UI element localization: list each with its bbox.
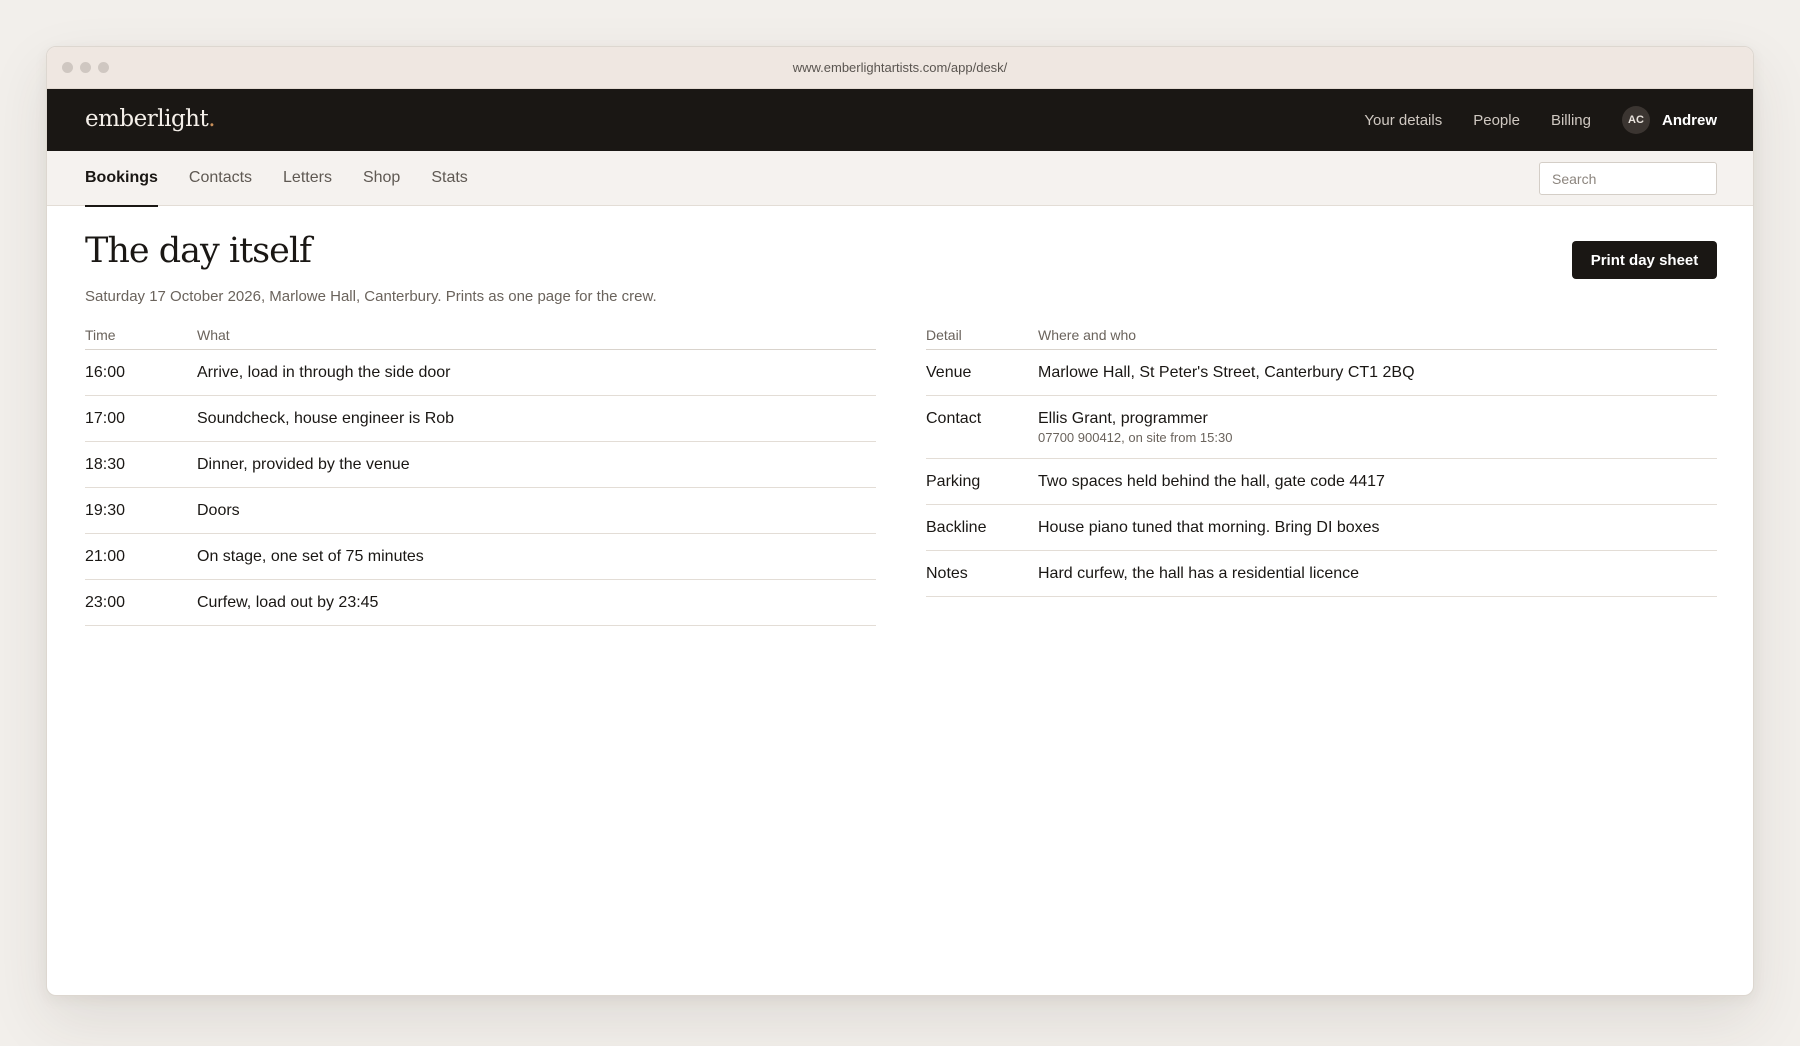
schedule-table: Time What 16:00 Arrive, load in through … [85, 324, 876, 626]
nav-link-your-details[interactable]: Your details [1364, 112, 1442, 129]
detail-label: Parking [926, 458, 1038, 505]
detail-value: Ellis Grant, programmer [1038, 409, 1208, 427]
page-title: The day itself [85, 231, 312, 271]
details-table: Detail Where and who Venue Marlowe Hall,… [926, 324, 1717, 597]
user-menu[interactable]: AC Andrew [1621, 106, 1717, 134]
browser-chrome: www.emberlightartists.com/app/desk/ [47, 47, 1753, 89]
table-row: Venue Marlowe Hall, St Peter's Street, C… [926, 349, 1717, 396]
nav-link-people[interactable]: People [1473, 112, 1520, 129]
browser-window: www.emberlightartists.com/app/desk/ embe… [46, 46, 1754, 996]
table-header-row: Detail Where and who [926, 324, 1717, 350]
column-header-time: Time [85, 324, 197, 350]
schedule-what: Doors [197, 487, 876, 534]
table-row: 17:00 Soundcheck, house engineer is Rob [85, 395, 876, 442]
search-input[interactable] [1539, 162, 1717, 195]
detail-label: Notes [926, 550, 1038, 597]
user-name: Andrew [1661, 111, 1717, 129]
schedule-what: Curfew, load out by 23:45 [197, 579, 876, 626]
schedule-what: Dinner, provided by the venue [197, 441, 876, 488]
tab-contacts[interactable]: Contacts [189, 151, 252, 206]
detail-subtext: 07700 900412, on site from 15:30 [1038, 429, 1233, 445]
column-header-where-and-who: Where and who [1038, 324, 1717, 350]
detail-value: Two spaces held behind the hall, gate co… [1038, 458, 1717, 505]
table-row: 19:30 Doors [85, 487, 876, 534]
column-header-what: What [197, 324, 876, 350]
detail-value: Marlowe Hall, St Peter's Street, Canterb… [1038, 349, 1717, 396]
table-row: Parking Two spaces held behind the hall,… [926, 458, 1717, 505]
detail-label: Venue [926, 349, 1038, 396]
table-row: Backline House piano tuned that morning.… [926, 504, 1717, 551]
tab-shop[interactable]: Shop [363, 151, 400, 206]
column-header-detail: Detail [926, 324, 1038, 350]
emberlight-logo[interactable]: emberlight. [85, 106, 216, 132]
table-header-row: Time What [85, 324, 876, 350]
detail-label: Backline [926, 504, 1038, 551]
table-row: 23:00 Curfew, load out by 23:45 [85, 579, 876, 626]
schedule-time: 18:30 [85, 441, 197, 488]
table-row: 21:00 On stage, one set of 75 minutes [85, 533, 876, 580]
avatar: AC [1621, 106, 1650, 134]
schedule-time: 23:00 [85, 579, 197, 626]
table-row: 16:00 Arrive, load in through the side d… [85, 349, 876, 396]
tab-letters[interactable]: Letters [283, 151, 332, 206]
table-row: Notes Hard curfew, the hall has a reside… [926, 550, 1717, 597]
schedule-time: 19:30 [85, 487, 197, 534]
schedule-time: 17:00 [85, 395, 197, 442]
tab-bookings[interactable]: Bookings [85, 151, 158, 207]
logo-dot: . [208, 106, 216, 132]
logo-wordmark: emberlight [85, 106, 209, 132]
account-nav: Your details People Billing AC Andrew [1333, 89, 1717, 151]
tab-stats[interactable]: Stats [431, 151, 467, 206]
section-tabs: Bookings Contacts Letters Shop Stats [85, 151, 499, 207]
top-navigation-bar: emberlight. Your details People Billing … [47, 89, 1753, 151]
schedule-time: 16:00 [85, 349, 197, 396]
detail-label: Contact [926, 395, 1038, 459]
detail-value: House piano tuned that morning. Bring DI… [1038, 504, 1717, 551]
detail-cell: Ellis Grant, programmer 07700 900412, on… [1038, 395, 1717, 459]
detail-value: Hard curfew, the hall has a residential … [1038, 550, 1717, 597]
table-row: 18:30 Dinner, provided by the venue [85, 441, 876, 488]
page-subtitle: Saturday 17 October 2026, Marlowe Hall, … [85, 288, 657, 305]
section-tabs-bar: Bookings Contacts Letters Shop Stats [47, 151, 1753, 207]
schedule-what: Arrive, load in through the side door [197, 349, 876, 396]
schedule-what: Soundcheck, house engineer is Rob [197, 395, 876, 442]
table-row: Contact Ellis Grant, programmer 07700 90… [926, 395, 1717, 459]
address-bar[interactable]: www.emberlightartists.com/app/desk/ [47, 60, 1753, 75]
print-day-sheet-button[interactable]: Print day sheet [1572, 241, 1717, 279]
nav-link-billing[interactable]: Billing [1551, 112, 1591, 129]
schedule-what: On stage, one set of 75 minutes [197, 533, 876, 580]
schedule-time: 21:00 [85, 533, 197, 580]
